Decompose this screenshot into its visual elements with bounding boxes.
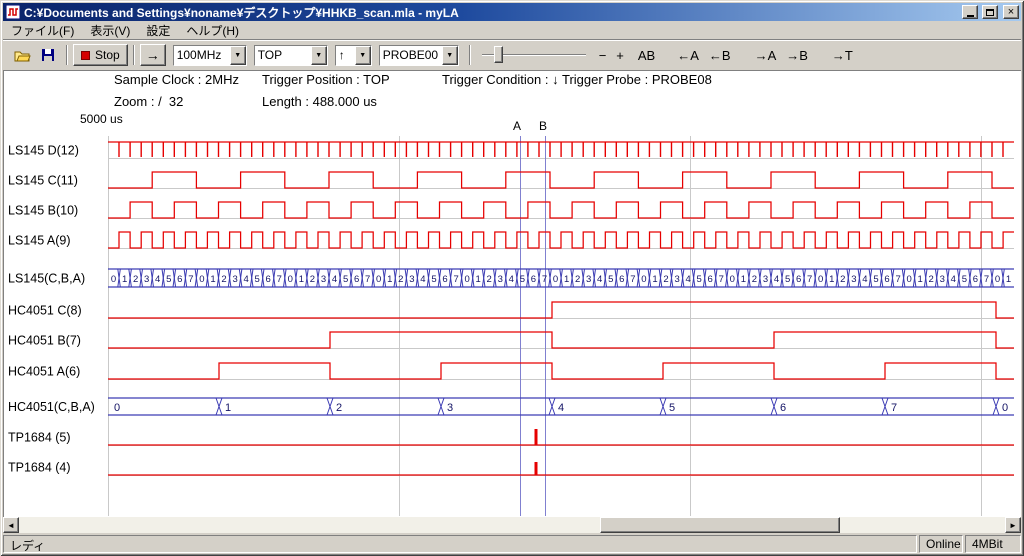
menu-bar: ファイル(F) 表示(V) 設定 ヘルプ(H) — [3, 21, 1021, 39]
run-arrow-icon: → — [146, 47, 160, 63]
zoom-slider[interactable] — [482, 44, 586, 66]
toolbar-separator — [133, 45, 135, 65]
app-icon — [6, 5, 20, 19]
sample-clock-value: 100MHz — [174, 46, 230, 65]
scroll-left-arrow-icon[interactable]: ◄ — [3, 517, 19, 533]
waveform-client-area[interactable] — [3, 70, 1021, 517]
marker-a-label[interactable]: A — [513, 119, 521, 133]
forward-a-button[interactable]: →A — [750, 46, 782, 65]
status-bar: レディ Online 4MBit — [3, 535, 1021, 553]
menu-settings[interactable]: 設定 — [138, 20, 178, 41]
close-icon: × — [1008, 7, 1014, 18]
open-button[interactable] — [9, 44, 35, 66]
chevron-down-icon[interactable]: ▼ — [311, 46, 327, 65]
chevron-down-icon[interactable]: ▼ — [355, 46, 371, 65]
close-button[interactable]: × — [1003, 5, 1019, 19]
jump-trigger-button[interactable]: →T — [827, 46, 858, 65]
stop-label: Stop — [95, 48, 120, 62]
save-button[interactable] — [35, 44, 61, 66]
sample-clock-select[interactable]: 100MHz ▼ — [173, 45, 247, 66]
status-memory: 4MBit — [965, 535, 1021, 553]
minimize-button[interactable] — [962, 5, 978, 19]
app-window: C:¥Documents and Settings¥noname¥デスクトップ¥… — [0, 0, 1024, 556]
ab-button[interactable]: AB — [633, 46, 660, 65]
title-bar[interactable]: C:¥Documents and Settings¥noname¥デスクトップ¥… — [3, 3, 1021, 21]
zoom-out-button[interactable]: − — [594, 46, 612, 65]
minimize-icon — [967, 15, 974, 17]
maximize-icon — [986, 9, 994, 16]
status-online: Online — [919, 535, 963, 553]
scroll-right-arrow-icon[interactable]: ► — [1005, 517, 1021, 533]
trigger-position-select[interactable]: TOP ▼ — [254, 45, 328, 66]
sample-clock-info: Sample Clock : 2MHz — [114, 72, 239, 87]
floppy-icon — [41, 48, 55, 62]
probe-value: PROBE00 — [380, 46, 442, 65]
slider-thumb[interactable] — [494, 46, 503, 63]
time-division-label: 5000 us — [80, 112, 123, 126]
menu-file[interactable]: ファイル(F) — [3, 20, 82, 41]
toolbar-separator — [66, 45, 68, 65]
toolbar-separator — [469, 45, 471, 65]
length-info: Length : 488.000 us — [262, 94, 377, 109]
maximize-button[interactable] — [982, 5, 998, 19]
scrollbar-thumb[interactable] — [600, 517, 840, 533]
open-folder-icon — [14, 49, 31, 62]
trigger-position-value: TOP — [255, 46, 311, 65]
horizontal-scrollbar[interactable]: ◄ ► — [3, 517, 1021, 533]
menu-view[interactable]: 表示(V) — [82, 20, 138, 41]
zoom-in-button[interactable]: + — [611, 46, 629, 65]
forward-b-button[interactable]: →B — [781, 46, 813, 65]
trigger-position-info: Trigger Position : TOP — [262, 72, 390, 87]
run-button[interactable]: → — [140, 44, 166, 66]
marker-b-label[interactable]: B — [539, 119, 547, 133]
toolbar: Stop → 100MHz ▼ TOP ▼ ↑ ▼ PROBE00 ▼ − + … — [3, 39, 1021, 70]
trigger-edge-select[interactable]: ↑ ▼ — [335, 45, 372, 66]
stop-icon — [81, 51, 90, 60]
status-ready: レディ — [3, 535, 917, 553]
chevron-down-icon[interactable]: ▼ — [442, 46, 458, 65]
jump-a-button[interactable]: ←A — [672, 46, 704, 65]
window-title: C:¥Documents and Settings¥noname¥デスクトップ¥… — [24, 4, 958, 21]
chevron-down-icon[interactable]: ▼ — [230, 46, 246, 65]
stop-button[interactable]: Stop — [73, 44, 128, 66]
jump-b-button[interactable]: ←B — [704, 46, 736, 65]
probe-select[interactable]: PROBE00 ▼ — [379, 45, 459, 66]
menu-help[interactable]: ヘルプ(H) — [178, 20, 247, 41]
zoom-info: Zoom : / 32 — [114, 94, 183, 109]
trigger-edge-value: ↑ — [336, 46, 355, 65]
trigger-condition-info: Trigger Condition : ↓ — [442, 72, 559, 87]
trigger-probe-info: Trigger Probe : PROBE08 — [562, 72, 712, 87]
